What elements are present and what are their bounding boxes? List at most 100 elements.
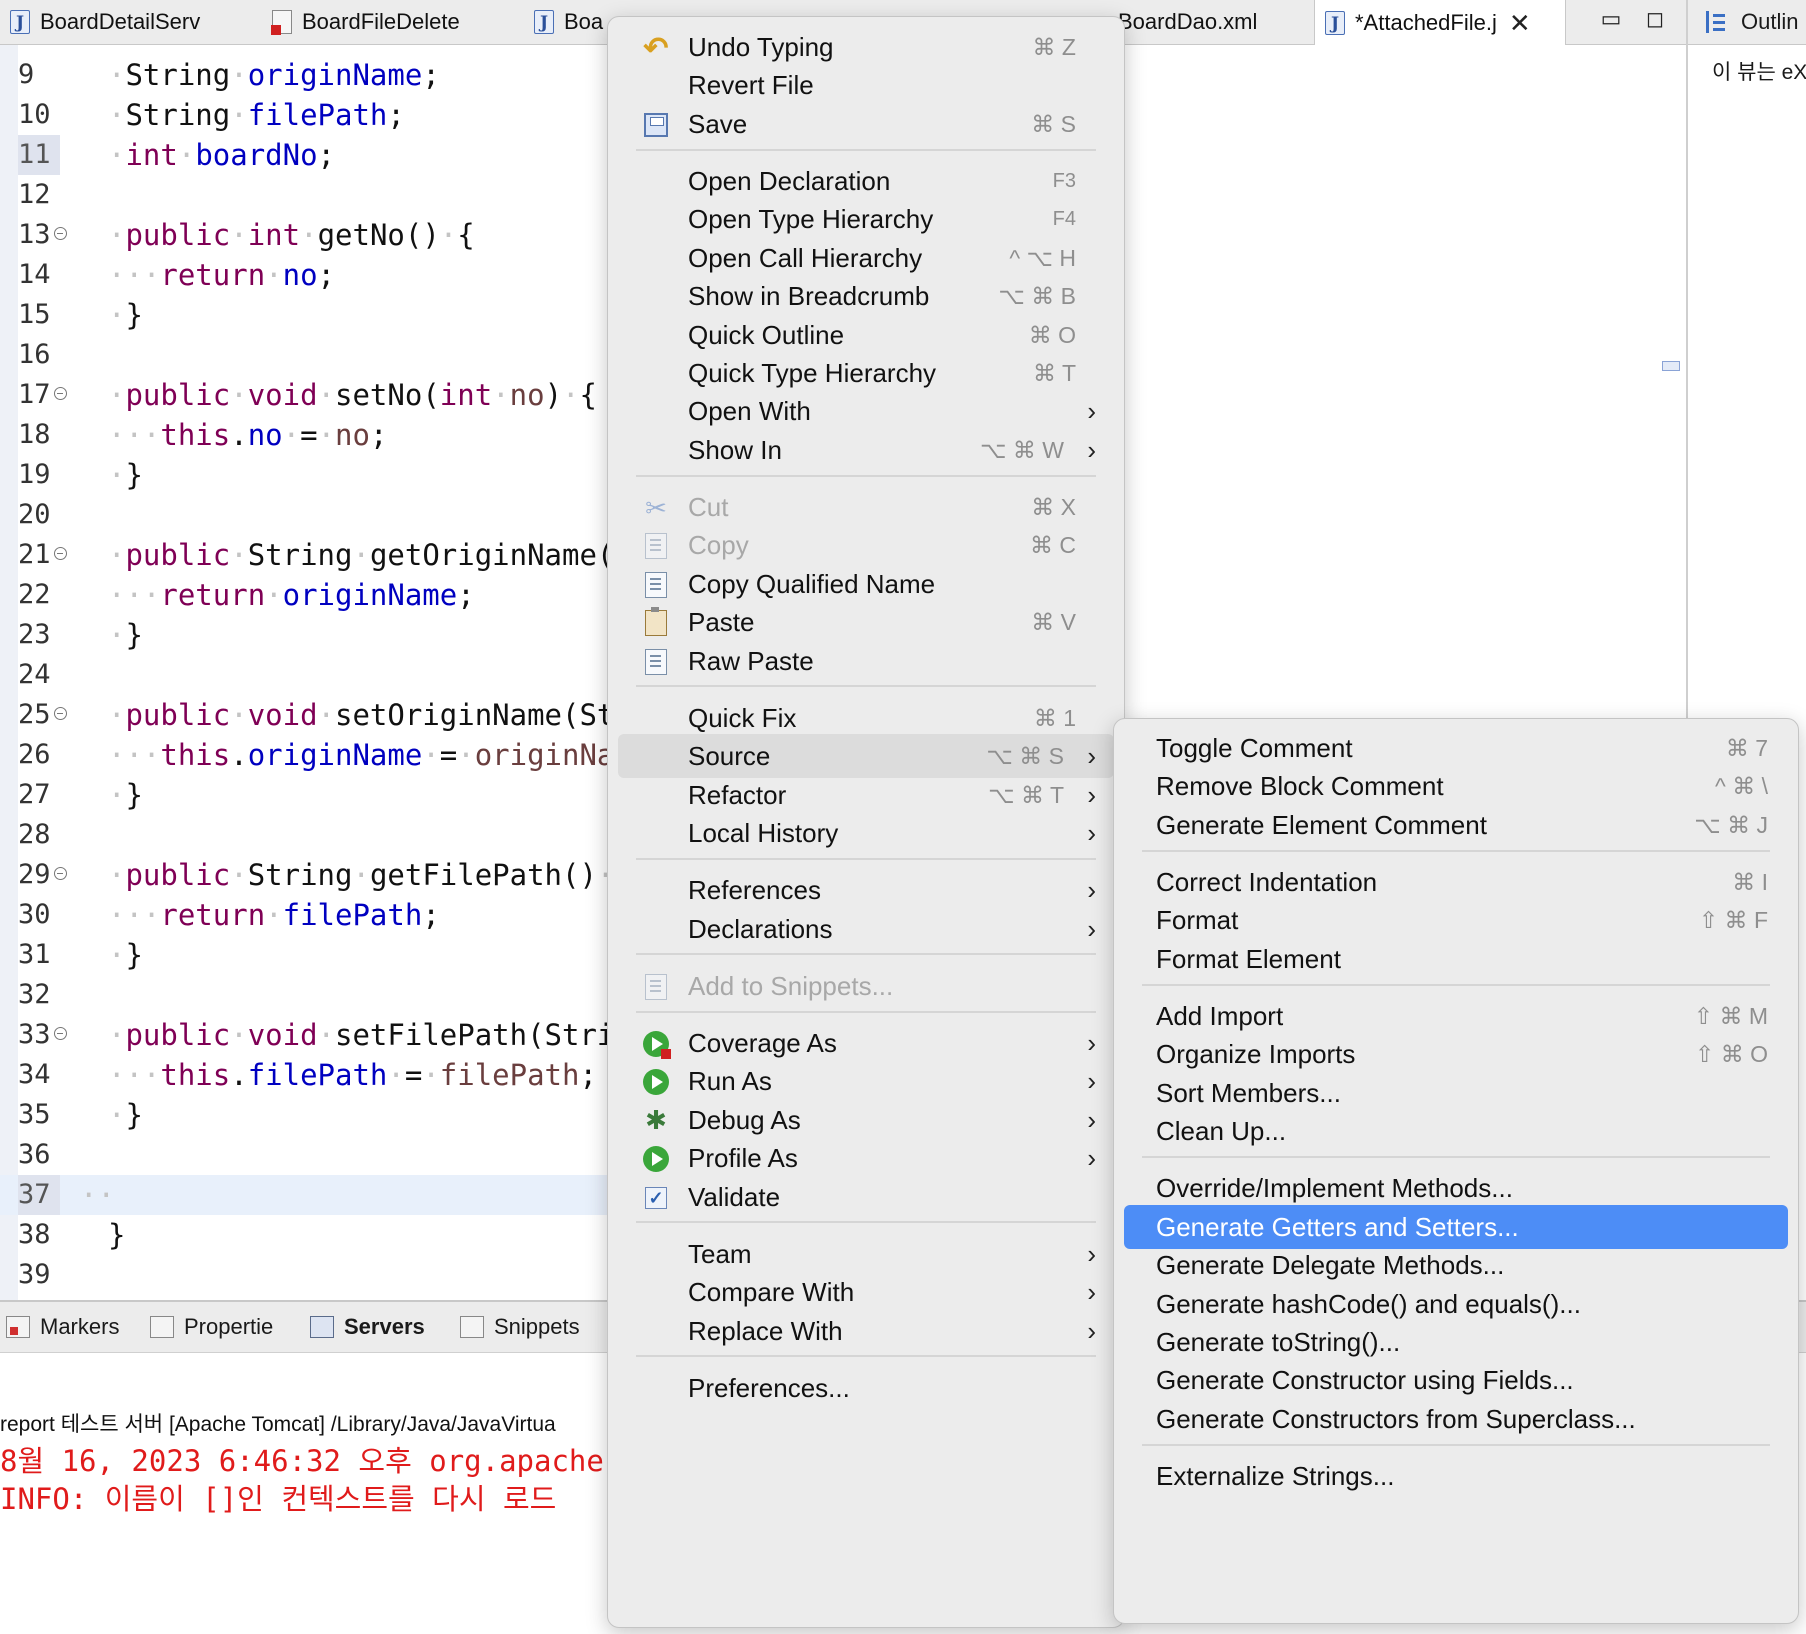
chevron-right-icon: › bbox=[1087, 1066, 1096, 1097]
collapse-icon[interactable] bbox=[54, 227, 67, 240]
line-number: 22 bbox=[18, 579, 51, 610]
menu-item-team[interactable]: Team › bbox=[618, 1232, 1114, 1276]
shortcut-label: ⌘ V bbox=[1031, 609, 1076, 636]
minimize-button[interactable]: ▭ bbox=[1598, 6, 1624, 32]
menu-item-refactor[interactable]: Refactor ⌥ ⌘ T › bbox=[618, 773, 1114, 817]
menu-item-generate-element-comment[interactable]: Generate Element Comment ⌥ ⌘ J bbox=[1124, 803, 1788, 847]
menu-item-open-type-hierarchy[interactable]: Open Type Hierarchy F4 bbox=[618, 197, 1114, 241]
code-text: ···return·originName; bbox=[108, 578, 475, 612]
menu-item-compare-with[interactable]: Compare With › bbox=[618, 1270, 1114, 1314]
menu-item-quick-type-hierarchy[interactable]: Quick Type Hierarchy ⌘ T bbox=[618, 351, 1114, 395]
menu-item-raw-paste[interactable]: Raw Paste bbox=[618, 639, 1114, 683]
line-number: 32 bbox=[18, 979, 51, 1010]
menu-item-label: Generate Delegate Methods... bbox=[1156, 1250, 1505, 1281]
menu-item-references[interactable]: References › bbox=[618, 868, 1114, 912]
menu-item-copy-qualified-name[interactable]: Copy Qualified Name bbox=[618, 562, 1114, 606]
tab-servers[interactable]: Servers bbox=[310, 1302, 425, 1352]
close-icon[interactable]: ✕ bbox=[1509, 10, 1531, 36]
maximize-button[interactable]: ◻ bbox=[1642, 6, 1668, 32]
menu-item-label: Copy Qualified Name bbox=[688, 568, 936, 599]
menu-separator bbox=[636, 148, 1096, 151]
tab-boarddetailserv[interactable]: J BoardDetailServ bbox=[0, 0, 262, 44]
tab-attachedfile[interactable]: J *AttachedFile.j ✕ bbox=[1314, 0, 1566, 45]
menu-item-quick-outline[interactable]: Quick Outline ⌘ O bbox=[618, 313, 1114, 357]
menu-separator bbox=[636, 857, 1096, 860]
menu-item-undo-typing[interactable]: ↶ Undo Typing ⌘ Z bbox=[618, 25, 1114, 69]
tab-label: BoardDao.xml bbox=[1118, 9, 1258, 34]
menu-item-preferences[interactable]: Preferences... bbox=[618, 1366, 1114, 1410]
menu-item-generate-tostring[interactable]: Generate toString()... bbox=[1124, 1320, 1788, 1364]
menu-item-label: Paste bbox=[688, 607, 755, 638]
menu-item-paste[interactable]: Paste ⌘ V bbox=[618, 600, 1114, 644]
overview-ruler-marker[interactable] bbox=[1662, 361, 1680, 371]
menu-item-run-as[interactable]: Run As › bbox=[618, 1059, 1114, 1103]
menu-item-override-implement-methods[interactable]: Override/Implement Methods... bbox=[1124, 1166, 1788, 1210]
code-text: ·} bbox=[108, 458, 143, 492]
menu-item-generate-delegate-methods[interactable]: Generate Delegate Methods... bbox=[1124, 1243, 1788, 1287]
menu-item-source[interactable]: Source ⌥ ⌘ S › bbox=[618, 734, 1114, 779]
menu-item-open-call-hierarchy[interactable]: Open Call Hierarchy ^ ⌥ H bbox=[618, 236, 1114, 280]
menu-item-local-history[interactable]: Local History › bbox=[618, 811, 1114, 855]
menu-item-toggle-comment[interactable]: Toggle Comment ⌘ 7 bbox=[1124, 726, 1788, 770]
line-number: 20 bbox=[18, 499, 51, 530]
chevron-right-icon: › bbox=[1087, 396, 1096, 427]
tab-outline[interactable]: Outlin bbox=[1688, 0, 1806, 45]
code-text: } bbox=[108, 1218, 126, 1252]
menu-item-open-declaration[interactable]: Open Declaration F3 bbox=[618, 159, 1114, 203]
tab-properties[interactable]: Propertie bbox=[150, 1302, 273, 1352]
menu-item-sort-members[interactable]: Sort Members... bbox=[1124, 1071, 1788, 1115]
menu-item-format[interactable]: Format ⇧ ⌘ F bbox=[1124, 898, 1788, 942]
line-number: 30 bbox=[18, 899, 51, 930]
menu-item-correct-indentation[interactable]: Correct Indentation ⌘ I bbox=[1124, 860, 1788, 904]
collapse-icon[interactable] bbox=[54, 867, 67, 880]
menu-item-declarations[interactable]: Declarations › bbox=[618, 907, 1114, 951]
menu-item-label: Undo Typing bbox=[688, 32, 834, 62]
collapse-icon[interactable] bbox=[54, 387, 67, 400]
outline-message: 이 뷰는 eX bbox=[1712, 61, 1806, 84]
menu-item-generate-getters-and-setters[interactable]: Generate Getters and Setters... bbox=[1124, 1204, 1788, 1249]
menu-item-generate-constructor-using-fields[interactable]: Generate Constructor using Fields... bbox=[1124, 1358, 1788, 1402]
menu-item-label: Add to Snippets... bbox=[688, 970, 894, 1001]
chevron-right-icon: › bbox=[1087, 741, 1096, 772]
menu-separator bbox=[636, 685, 1096, 688]
line-number: 15 bbox=[18, 299, 51, 330]
menu-item-show-in[interactable]: Show In ⌥ ⌘ W › bbox=[618, 428, 1114, 472]
undo-icon: ↶ bbox=[643, 31, 669, 65]
menu-item-profile-as[interactable]: Profile As › bbox=[618, 1136, 1114, 1180]
chevron-right-icon: › bbox=[1087, 1143, 1096, 1174]
menu-item-label: Quick Fix bbox=[688, 702, 797, 733]
menu-item-label: Open With bbox=[688, 396, 811, 427]
menu-item-revert-file[interactable]: Revert File bbox=[618, 63, 1114, 107]
collapse-icon[interactable] bbox=[54, 1027, 67, 1040]
shortcut-label: ⇧ ⌘ F bbox=[1698, 907, 1768, 934]
menu-item-validate[interactable]: ✓ Validate bbox=[618, 1175, 1114, 1219]
menu-item-replace-with[interactable]: Replace With › bbox=[618, 1309, 1114, 1353]
menu-item-save[interactable]: Save ⌘ S bbox=[618, 102, 1114, 146]
menu-item-clean-up[interactable]: Clean Up... bbox=[1124, 1109, 1788, 1153]
tab-snippets[interactable]: Snippets bbox=[460, 1302, 580, 1352]
menu-item-label: Generate Constructor using Fields... bbox=[1156, 1365, 1574, 1396]
menu-item-label: Externalize Strings... bbox=[1156, 1461, 1395, 1491]
tab-markers[interactable]: Markers bbox=[6, 1302, 119, 1352]
menu-item-label: Declarations bbox=[688, 913, 833, 944]
menu-item-coverage-as[interactable]: Coverage As › bbox=[618, 1021, 1114, 1065]
collapse-icon[interactable] bbox=[54, 707, 67, 720]
menu-item-generate-hashcode-and-equals[interactable]: Generate hashCode() and equals()... bbox=[1124, 1282, 1788, 1326]
line-number: 14 bbox=[18, 259, 51, 290]
code-text: ···return·filePath; bbox=[108, 898, 440, 932]
menu-item-open-with[interactable]: Open With › bbox=[618, 389, 1114, 433]
menu-item-remove-block-comment[interactable]: Remove Block Comment ^ ⌘ \ bbox=[1124, 764, 1788, 808]
menu-item-debug-as[interactable]: ✱ Debug As › bbox=[618, 1098, 1114, 1142]
menu-item-externalize-strings[interactable]: Externalize Strings... bbox=[1124, 1454, 1788, 1498]
menu-item-label: Replace With bbox=[688, 1315, 843, 1346]
menu-item-show-in-breadcrumb[interactable]: Show in Breadcrumb ⌥ ⌘ B bbox=[618, 274, 1114, 318]
tab-boardfiledelete[interactable]: BoardFileDelete bbox=[262, 0, 524, 44]
menu-item-add-import[interactable]: Add Import ⇧ ⌘ M bbox=[1124, 994, 1788, 1038]
collapse-icon[interactable] bbox=[54, 547, 67, 560]
menu-item-quick-fix[interactable]: Quick Fix ⌘ 1 bbox=[618, 696, 1114, 740]
menu-item-organize-imports[interactable]: Organize Imports ⇧ ⌘ O bbox=[1124, 1032, 1788, 1076]
menu-item-generate-constructors-from-superclass[interactable]: Generate Constructors from Superclass... bbox=[1124, 1397, 1788, 1441]
menu-item-label: Generate hashCode() and equals()... bbox=[1156, 1288, 1581, 1319]
menu-item-format-element[interactable]: Format Element bbox=[1124, 937, 1788, 981]
console-header: report 테스트 서버 [Apache Tomcat] /Library/J… bbox=[0, 1413, 556, 1436]
